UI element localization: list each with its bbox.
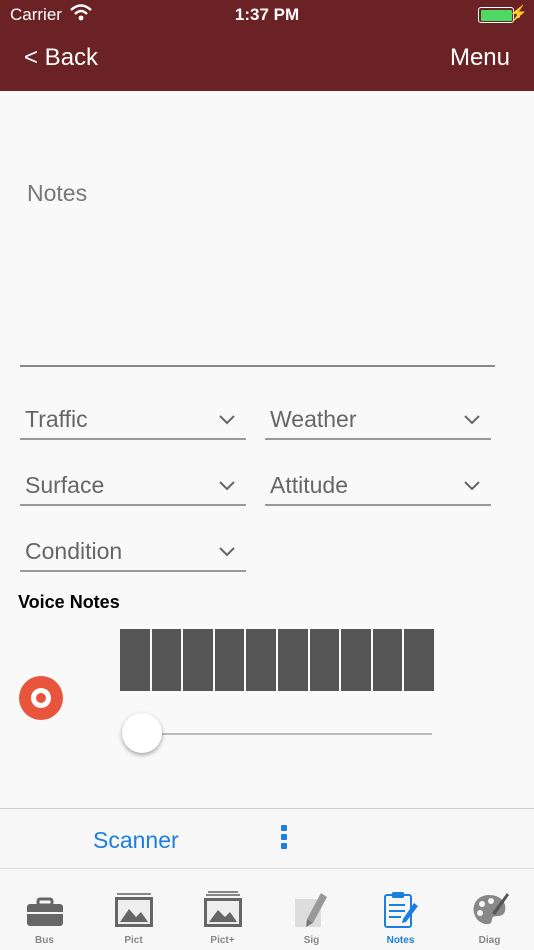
playback-slider-track[interactable] [142,733,432,735]
palette-icon [473,893,509,925]
menu-button[interactable]: Menu [450,44,510,72]
notes-underline [20,365,495,367]
waveform-bar [246,629,276,691]
nav-bar: Carrier 1:37 PM ⚡ < Back Menu [0,0,534,91]
picture-icon [115,893,153,927]
waveform [120,629,434,691]
waveform-bar [341,629,371,691]
dropdown-label: Traffic [25,406,88,432]
waveform-bar [372,629,403,691]
tab-pict-plus[interactable]: Pict+ [178,869,267,950]
waveform-bar [151,629,182,691]
waveform-bar [214,629,245,691]
tab-notes[interactable]: Notes [356,869,445,950]
chevron-down-icon [219,547,235,557]
tab-sig[interactable]: Sig [267,869,356,950]
waveform-bar [120,629,150,691]
clock: 1:37 PM [234,5,300,24]
waveform-bar [309,629,340,691]
voice-notes-title: Voice Notes [18,592,120,612]
chevron-down-icon [464,415,480,425]
dropdown-label: Condition [25,538,123,564]
dropdown-label: Attitude [270,472,348,498]
tab-label: Pict [124,935,143,946]
record-button[interactable] [19,676,63,720]
clipboard-notes-icon [384,892,418,928]
signature-pen-icon [295,893,327,927]
briefcase-icon [27,897,63,926]
tab-label: Bus [35,935,54,946]
record-dot [36,693,46,703]
surface-dropdown[interactable]: Surface [20,466,246,506]
chevron-down-icon [219,415,235,425]
scanner-button[interactable]: Scanner [93,827,179,854]
status-bar: Carrier 1:37 PM ⚡ [0,0,534,30]
waveform-bar [277,629,308,691]
dropdown-label: Weather [270,406,357,432]
tab-bus[interactable]: Bus [0,869,89,950]
dropdown-label: Surface [25,472,105,498]
back-button[interactable]: < Back [24,44,98,72]
traffic-dropdown[interactable]: Traffic [20,400,246,440]
tab-diag[interactable]: Diag [445,869,534,950]
more-vertical-icon[interactable] [280,825,288,853]
tab-label: Notes [386,935,415,946]
bottom-toolbar: Scanner [0,808,534,868]
tab-label: Diag [478,935,501,946]
charging-icon: ⚡ [509,5,528,22]
weather-dropdown[interactable]: Weather [265,400,491,440]
playback-slider-thumb[interactable] [122,713,162,753]
condition-dropdown[interactable]: Condition [20,532,246,572]
tab-label: Sig [303,935,320,946]
waveform-bar [183,629,213,691]
tab-bar: Bus Pict Pict+ Sig Notes Diag [0,868,534,950]
tab-label: Pict+ [210,935,235,946]
notes-input[interactable]: Notes [27,180,87,207]
chevron-down-icon [464,481,480,491]
chevron-down-icon [219,481,235,491]
tab-pict[interactable]: Pict [89,869,178,950]
waveform-bar [404,629,434,691]
pictures-stack-icon [204,891,242,927]
attitude-dropdown[interactable]: Attitude [265,466,491,506]
